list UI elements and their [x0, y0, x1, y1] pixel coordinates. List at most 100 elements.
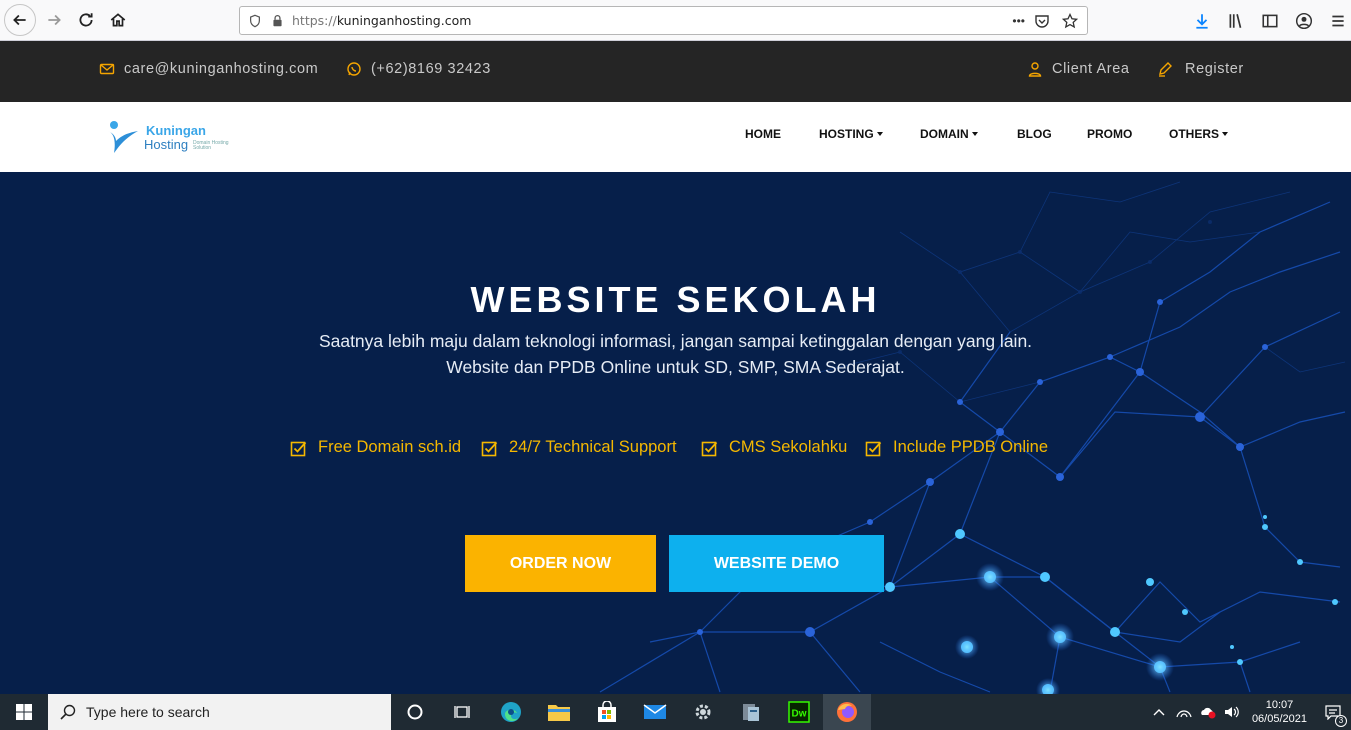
hero-title: WEBSITE SEKOLAH — [470, 279, 881, 320]
show-hidden-icons-button[interactable] — [1146, 694, 1172, 730]
library-button[interactable] — [1223, 6, 1249, 36]
cortana-circle-icon — [407, 704, 423, 720]
windows-taskbar: Type here to search Dw 10:07 06/05/2021 … — [0, 694, 1351, 730]
start-button[interactable] — [0, 694, 48, 730]
dreamweaver-app[interactable]: Dw — [775, 694, 823, 730]
firefox-app[interactable] — [823, 694, 871, 730]
hamburger-menu-button[interactable] — [1325, 6, 1351, 36]
hero-section: WEBSITE SEKOLAH Saatnya lebih maju dalam… — [0, 172, 1351, 694]
checkbox-check-icon — [290, 441, 307, 456]
register-link[interactable]: Register — [1157, 61, 1244, 77]
cortana-button[interactable] — [391, 694, 439, 730]
task-view-icon — [454, 706, 470, 718]
checkbox-check-icon — [701, 441, 718, 456]
email-contact[interactable]: care@kuninganhosting.com — [99, 61, 318, 77]
network-button[interactable] — [1172, 694, 1196, 730]
clock-date: 06/05/2021 — [1251, 713, 1307, 725]
page-actions-menu[interactable]: ••• — [1012, 10, 1025, 32]
cloud-sync-button[interactable] — [1196, 694, 1220, 730]
email-text[interactable]: care@kuninganhosting.com — [124, 61, 318, 77]
nav-blog[interactable]: BLOG — [1017, 127, 1052, 141]
nav-domain[interactable]: DOMAIN — [920, 127, 978, 141]
pencil-edit-icon — [1159, 62, 1172, 77]
caret-down-icon — [971, 132, 978, 136]
lock-icon[interactable] — [266, 10, 288, 32]
user-icon — [1028, 62, 1042, 77]
volume-button[interactable] — [1220, 694, 1244, 730]
network-background-graphic — [599, 181, 1346, 694]
feature-item: Include PPDB Online — [865, 438, 1048, 457]
envelope-icon — [99, 63, 115, 75]
client-area-label[interactable]: Client Area — [1052, 61, 1130, 77]
address-bar[interactable]: https://kuninganhosting.com ••• — [239, 6, 1088, 35]
whatsapp-icon — [347, 62, 361, 76]
sidebar-icon — [1262, 14, 1278, 28]
server-tool-icon — [743, 704, 759, 721]
settings-app[interactable] — [679, 694, 727, 730]
account-button[interactable] — [1291, 6, 1317, 36]
account-icon — [1295, 12, 1313, 30]
feature-item: CMS Sekolahku — [701, 438, 847, 457]
feature-item: 24/7 Technical Support — [481, 438, 677, 457]
website-demo-button[interactable]: WEBSITE DEMO — [669, 535, 884, 592]
folder-icon — [548, 705, 570, 721]
feature-item: Free Domain sch.id — [290, 438, 461, 457]
bookmark-star-icon[interactable] — [1059, 10, 1081, 32]
taskbar-search-box[interactable]: Type here to search — [48, 694, 391, 730]
clock[interactable]: 10:07 06/05/2021 — [1252, 698, 1307, 726]
back-button[interactable] — [4, 4, 36, 36]
phone-contact[interactable]: (+62)8169 32423 — [346, 61, 491, 77]
nav-home[interactable]: HOME — [745, 127, 781, 141]
arrow-left-icon — [13, 14, 26, 26]
utility-app[interactable] — [727, 694, 775, 730]
client-area-link[interactable]: Client Area — [1027, 61, 1130, 77]
edge-browser-app[interactable] — [487, 694, 535, 730]
caret-down-icon — [876, 132, 883, 136]
reload-icon — [79, 13, 93, 27]
caret-down-icon — [1222, 132, 1229, 136]
edge-icon — [501, 702, 521, 722]
url-text[interactable]: https://kuninganhosting.com — [292, 13, 471, 28]
arrow-right-icon — [48, 14, 61, 26]
home-icon — [110, 13, 126, 27]
nav-promo[interactable]: PROMO — [1087, 127, 1132, 141]
svg-text:Dw: Dw — [792, 709, 807, 720]
notification-count-badge: 3 — [1335, 715, 1347, 727]
browser-toolbar: https://kuninganhosting.com ••• — [0, 0, 1351, 41]
downloads-button[interactable] — [1189, 6, 1215, 36]
file-explorer-app[interactable] — [535, 694, 583, 730]
windows-logo-icon — [16, 704, 32, 720]
tracking-protection-shield-icon[interactable] — [244, 10, 266, 32]
system-tray: 10:07 06/05/2021 3 — [1146, 694, 1351, 730]
kuningan-hosting-logo[interactable]: Kuningan Hosting Domain Hosting Solution — [104, 119, 244, 159]
clock-time: 10:07 — [1265, 699, 1294, 711]
reload-button[interactable] — [71, 5, 101, 35]
sidebar-button[interactable] — [1257, 6, 1283, 36]
search-icon — [60, 704, 76, 720]
order-now-button[interactable]: ORDER NOW — [465, 535, 656, 592]
checkbox-check-icon — [481, 441, 498, 456]
logo-text-kuningan: Kuningan — [146, 123, 206, 138]
nav-others[interactable]: OTHERS — [1169, 127, 1229, 141]
chevron-up-icon — [1153, 709, 1165, 716]
logo-text-hosting: Hosting — [144, 137, 189, 152]
search-placeholder: Type here to search — [86, 704, 210, 720]
nav-hosting[interactable]: HOSTING — [819, 127, 883, 141]
phone-text[interactable]: (+62)8169 32423 — [371, 61, 491, 77]
home-button[interactable] — [103, 5, 133, 35]
pocket-icon[interactable] — [1031, 10, 1053, 32]
cloud-error-icon — [1201, 707, 1216, 719]
mail-app[interactable] — [631, 694, 679, 730]
microsoft-store-app[interactable] — [583, 694, 631, 730]
main-navigation: Kuningan Hosting Domain Hosting Solution… — [0, 102, 1351, 172]
register-label[interactable]: Register — [1185, 61, 1244, 77]
download-arrow-icon — [1196, 14, 1208, 29]
task-view-button[interactable] — [439, 694, 487, 730]
notification-center-button[interactable]: 3 — [1315, 694, 1351, 730]
wifi-icon — [1176, 710, 1192, 718]
forward-button[interactable] — [39, 5, 69, 35]
hero-subtitle-line1: Saatnya lebih maju dalam teknologi infor… — [318, 331, 1033, 351]
logo-mark-icon — [108, 121, 138, 153]
contact-bar: care@kuninganhosting.com (+62)8169 32423… — [0, 41, 1351, 102]
checkbox-check-icon — [865, 441, 882, 456]
